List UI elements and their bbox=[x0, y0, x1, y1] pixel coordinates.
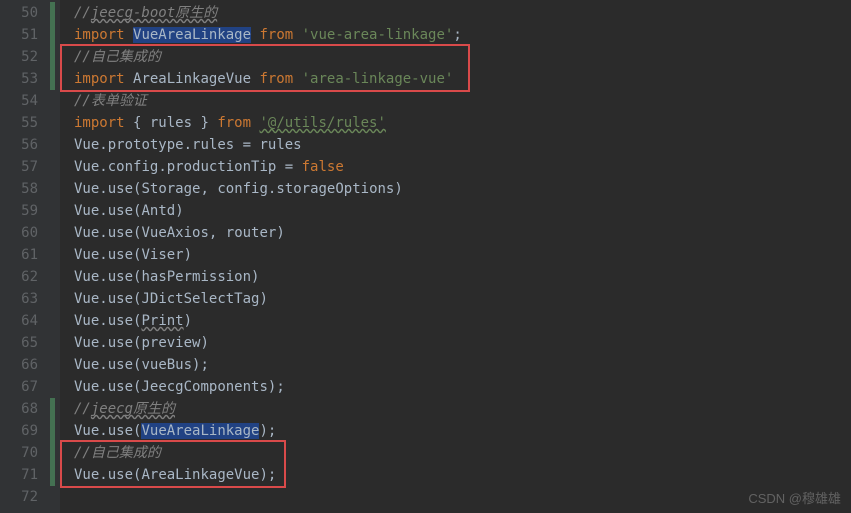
line-number: 52 bbox=[14, 46, 38, 68]
code-line[interactable]: //自己集成的 bbox=[74, 442, 851, 464]
code-line[interactable]: Vue.use(VueAxios, router) bbox=[74, 222, 851, 244]
code-line[interactable]: //jeecg-boot原生的 bbox=[74, 2, 851, 24]
watermark: CSDN @穆雄雄 bbox=[748, 488, 841, 507]
code-line[interactable]: Vue.use(vueBus); bbox=[74, 354, 851, 376]
code-line[interactable]: Vue.use(preview) bbox=[74, 332, 851, 354]
code-area[interactable]: //jeecg-boot原生的import VueAreaLinkage fro… bbox=[60, 0, 851, 513]
code-line[interactable]: Vue.use(Viser) bbox=[74, 244, 851, 266]
line-number: 67 bbox=[14, 376, 38, 398]
line-number: 63 bbox=[14, 288, 38, 310]
line-number: 54 bbox=[14, 90, 38, 112]
line-number: 72 bbox=[14, 486, 38, 508]
vcs-change-mark bbox=[50, 2, 55, 90]
code-line[interactable]: import { rules } from '@/utils/rules' bbox=[74, 112, 851, 134]
code-line[interactable] bbox=[74, 486, 851, 508]
line-number: 58 bbox=[14, 178, 38, 200]
line-number: 59 bbox=[14, 200, 38, 222]
code-line[interactable]: import VueAreaLinkage from 'vue-area-lin… bbox=[74, 24, 851, 46]
code-line[interactable]: Vue.use(JeecgComponents); bbox=[74, 376, 851, 398]
line-number: 65 bbox=[14, 332, 38, 354]
code-line[interactable]: Vue.use(VueAreaLinkage); bbox=[74, 420, 851, 442]
code-line[interactable]: //表单验证 bbox=[74, 90, 851, 112]
code-line[interactable]: Vue.config.productionTip = false bbox=[74, 156, 851, 178]
code-line[interactable]: Vue.use(Storage, config.storageOptions) bbox=[74, 178, 851, 200]
code-line[interactable]: Vue.use(hasPermission) bbox=[74, 266, 851, 288]
code-line[interactable]: Vue.use(AreaLinkageVue); bbox=[74, 464, 851, 486]
code-line[interactable]: //jeecg原生的 bbox=[74, 398, 851, 420]
line-number: 53 bbox=[14, 68, 38, 90]
vcs-change-mark bbox=[50, 398, 55, 486]
line-number: 66 bbox=[14, 354, 38, 376]
line-number: 55 bbox=[14, 112, 38, 134]
line-number: 69 bbox=[14, 420, 38, 442]
code-line[interactable]: //自己集成的 bbox=[74, 46, 851, 68]
code-editor[interactable]: 5051525354555657585960616263646566676869… bbox=[0, 0, 851, 513]
code-line[interactable]: Vue.use(Antd) bbox=[74, 200, 851, 222]
line-number: 71 bbox=[14, 464, 38, 486]
line-number: 60 bbox=[14, 222, 38, 244]
line-number-gutter: 5051525354555657585960616263646566676869… bbox=[0, 0, 48, 513]
line-number: 61 bbox=[14, 244, 38, 266]
change-marks-strip bbox=[48, 0, 60, 513]
code-line[interactable]: Vue.prototype.rules = rules bbox=[74, 134, 851, 156]
line-number: 70 bbox=[14, 442, 38, 464]
code-line[interactable]: import AreaLinkageVue from 'area-linkage… bbox=[74, 68, 851, 90]
code-line[interactable]: Vue.use(JDictSelectTag) bbox=[74, 288, 851, 310]
line-number: 57 bbox=[14, 156, 38, 178]
line-number: 51 bbox=[14, 24, 38, 46]
line-number: 56 bbox=[14, 134, 38, 156]
code-line[interactable]: Vue.use(Print) bbox=[74, 310, 851, 332]
line-number: 50 bbox=[14, 2, 38, 24]
line-number: 62 bbox=[14, 266, 38, 288]
line-number: 64 bbox=[14, 310, 38, 332]
line-number: 68 bbox=[14, 398, 38, 420]
